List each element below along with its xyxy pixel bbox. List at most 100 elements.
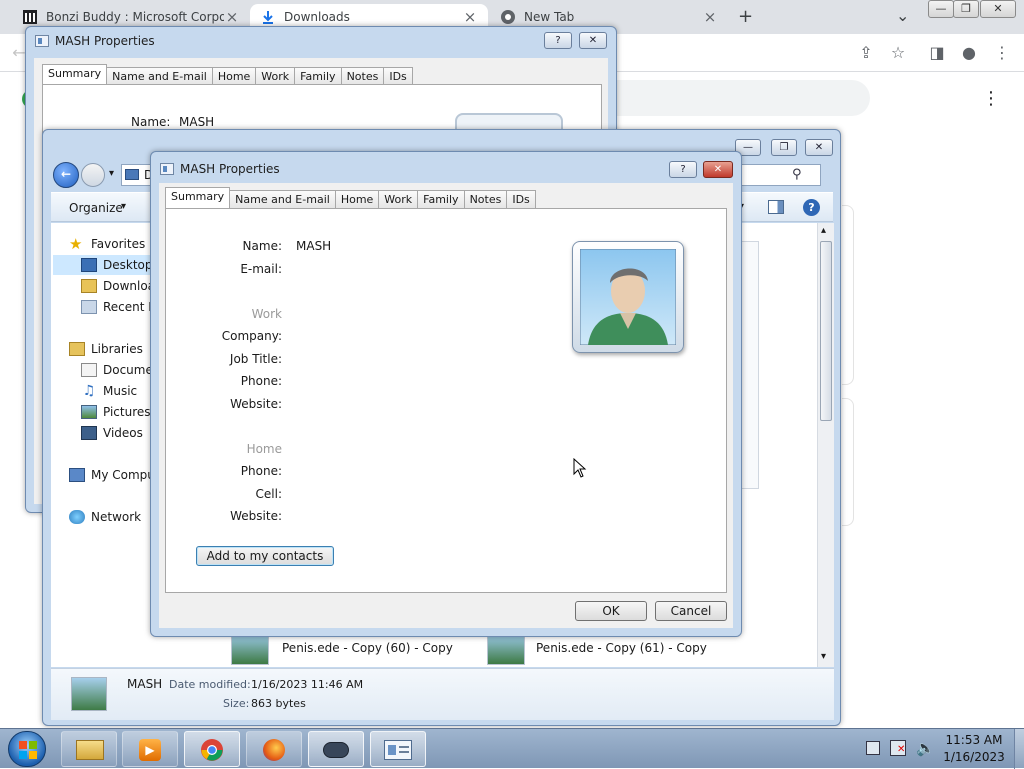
chrome-icon bbox=[201, 739, 223, 761]
action-center-icon[interactable] bbox=[866, 741, 880, 755]
tab-name-email[interactable]: Name and E-mail bbox=[229, 190, 336, 208]
tab-close-icon[interactable]: × bbox=[702, 8, 718, 26]
desktop-icon bbox=[81, 258, 97, 272]
show-desktop-button[interactable] bbox=[1014, 729, 1024, 769]
nav-recent-places[interactable]: Recent Pl bbox=[81, 300, 159, 314]
tab-family[interactable]: Family bbox=[294, 67, 342, 85]
tab-close-icon[interactable]: × bbox=[462, 8, 478, 26]
add-to-contacts-button[interactable]: Add to my contacts bbox=[196, 546, 334, 566]
start-button[interactable] bbox=[8, 731, 46, 767]
vertical-scrollbar[interactable]: ▴ ▾ bbox=[817, 223, 834, 667]
nav-label: Downloa bbox=[103, 279, 156, 293]
nav-network[interactable]: Network bbox=[69, 510, 141, 524]
nav-label: Libraries bbox=[91, 342, 143, 356]
chevron-down-icon[interactable]: ▾ bbox=[121, 201, 126, 212]
tab-ids[interactable]: IDs bbox=[506, 190, 536, 208]
folder-icon bbox=[76, 740, 104, 760]
scroll-down-icon[interactable]: ▾ bbox=[821, 651, 826, 662]
name-label: Name: bbox=[242, 239, 282, 253]
minimize-icon[interactable]: — bbox=[928, 0, 954, 18]
help-button[interactable]: ? bbox=[544, 32, 572, 49]
name-value: MASH bbox=[296, 239, 332, 253]
side-panel-icon[interactable]: ◨ bbox=[926, 42, 948, 64]
help-button[interactable]: ? bbox=[669, 161, 697, 178]
file-name[interactable]: Penis.ede - Copy (60) - Copy bbox=[282, 641, 453, 655]
contact-photo[interactable] bbox=[572, 241, 684, 353]
nav-favorites[interactable]: ★ Favorites bbox=[69, 237, 146, 252]
taskbar-app[interactable] bbox=[308, 731, 364, 767]
library-icon bbox=[23, 10, 37, 24]
forward-arrow-icon[interactable] bbox=[81, 163, 105, 187]
nav-label: My Compu bbox=[91, 468, 155, 482]
star-icon[interactable]: ☆ bbox=[887, 42, 909, 64]
close-icon[interactable]: ✕ bbox=[805, 139, 833, 156]
taskbar-firefox[interactable] bbox=[246, 731, 302, 767]
nav-videos[interactable]: Videos bbox=[81, 426, 143, 440]
browser-menu-icon[interactable]: ⋮ bbox=[991, 42, 1013, 64]
nav-downloads[interactable]: Downloa bbox=[81, 279, 155, 293]
contact-card-icon bbox=[35, 35, 49, 47]
tab-work[interactable]: Work bbox=[255, 67, 296, 85]
window-titlebar: MASH Properties bbox=[26, 27, 616, 55]
ok-button[interactable]: OK bbox=[575, 601, 647, 621]
nav-documents[interactable]: Documen bbox=[81, 363, 160, 377]
tab-work[interactable]: Work bbox=[378, 190, 419, 208]
scroll-up-icon[interactable]: ▴ bbox=[821, 225, 826, 236]
taskbar-media-player[interactable]: ▶ bbox=[122, 731, 178, 767]
tab-home[interactable]: Home bbox=[211, 67, 257, 85]
libraries-icon bbox=[69, 342, 85, 356]
nav-music[interactable]: ♫ Music bbox=[81, 384, 137, 398]
restore-icon[interactable]: ❐ bbox=[771, 139, 797, 156]
cancel-button[interactable]: Cancel bbox=[655, 601, 727, 621]
share-icon[interactable]: ⇪ bbox=[855, 42, 877, 64]
window-close-icon[interactable]: ✕ bbox=[980, 0, 1016, 18]
new-tab-button[interactable]: + bbox=[738, 6, 753, 27]
file-name[interactable]: Penis.ede - Copy (61) - Copy bbox=[536, 641, 707, 655]
network-status-icon[interactable]: ✕ bbox=[890, 740, 906, 756]
taskbar-chrome[interactable] bbox=[184, 731, 240, 767]
cell-label: Cell: bbox=[255, 487, 282, 501]
close-button[interactable]: ✕ bbox=[703, 161, 733, 178]
restore-icon[interactable]: ❐ bbox=[953, 0, 979, 18]
documents-icon bbox=[81, 363, 97, 377]
nav-pictures[interactable]: Pictures bbox=[81, 405, 151, 419]
nav-my-computer[interactable]: My Compu bbox=[69, 468, 155, 482]
volume-icon[interactable]: 🔈 bbox=[916, 739, 935, 757]
taskbar-explorer[interactable] bbox=[61, 731, 117, 767]
tab-close-icon[interactable]: × bbox=[224, 8, 240, 26]
page-menu-icon[interactable]: ⋮ bbox=[982, 88, 1000, 109]
taskbar-contact[interactable] bbox=[370, 731, 426, 767]
clock-date[interactable]: 1/16/2023 bbox=[938, 750, 1010, 764]
tab-home[interactable]: Home bbox=[334, 190, 380, 208]
tab-family[interactable]: Family bbox=[417, 190, 465, 208]
downloads-folder-icon bbox=[81, 279, 97, 293]
user-avatar-icon bbox=[580, 249, 676, 345]
tab-summary[interactable]: Summary bbox=[42, 64, 108, 85]
firefox-icon bbox=[263, 739, 285, 761]
network-icon bbox=[69, 510, 85, 524]
nav-libraries[interactable]: Libraries bbox=[69, 342, 143, 356]
tab-ids[interactable]: IDs bbox=[383, 67, 413, 85]
nav-label: Favorites bbox=[91, 237, 146, 251]
scroll-thumb[interactable] bbox=[820, 241, 832, 421]
email-label: E-mail: bbox=[240, 262, 282, 276]
tab-notes[interactable]: Notes bbox=[340, 67, 385, 85]
back-arrow-icon[interactable]: ← bbox=[53, 162, 79, 188]
profile-icon[interactable]: ● bbox=[958, 42, 980, 64]
name-label: Name: bbox=[131, 115, 171, 129]
tab-summary[interactable]: Summary bbox=[165, 187, 231, 208]
recent-pages-icon[interactable]: ▾ bbox=[109, 168, 114, 179]
nav-label: Pictures bbox=[103, 405, 151, 419]
help-icon[interactable]: ? bbox=[803, 199, 820, 216]
page-card bbox=[842, 205, 854, 385]
tab-name-email[interactable]: Name and E-mail bbox=[106, 67, 213, 85]
download-icon bbox=[263, 11, 273, 24]
preview-pane-icon[interactable] bbox=[768, 200, 784, 214]
nav-desktop[interactable]: Desktop bbox=[81, 258, 153, 272]
tab-notes[interactable]: Notes bbox=[463, 190, 508, 208]
organize-button[interactable]: Organize bbox=[69, 201, 123, 215]
clock-time[interactable]: 11:53 AM bbox=[938, 733, 1010, 747]
search-icon[interactable]: ⚲ bbox=[792, 167, 802, 182]
close-button[interactable]: ✕ bbox=[579, 32, 607, 49]
tab-search-icon[interactable]: ⌄ bbox=[896, 6, 909, 25]
